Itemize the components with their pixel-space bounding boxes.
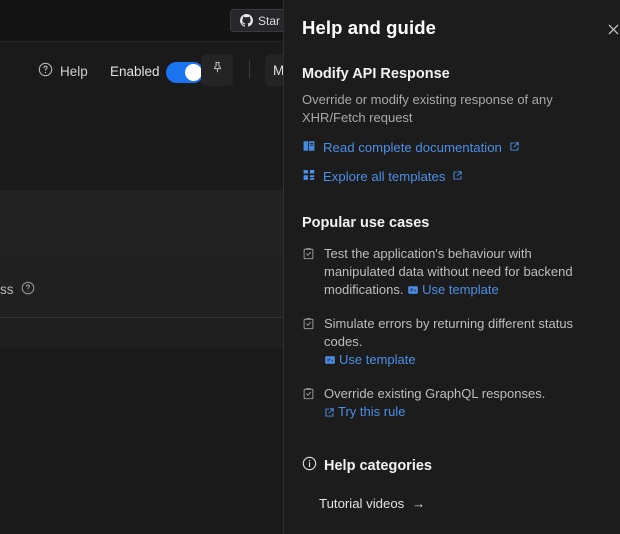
use-template-link[interactable]: Use template [407, 282, 499, 297]
toolbar-help-button[interactable]: Help [38, 62, 88, 80]
bg-partial-label: ss [0, 282, 14, 297]
use-template-label: Use template [422, 282, 499, 297]
pin-button[interactable] [201, 54, 233, 86]
github-icon [240, 14, 253, 27]
panel-header: Help and guide [284, 0, 620, 39]
try-this-rule-link[interactable]: Try this rule [324, 404, 405, 419]
use-case-item: Simulate errors by returning different s… [302, 315, 602, 371]
use-case-item: Override existing GraphQL responses. Try… [302, 385, 602, 423]
use-template-label: Use template [339, 352, 416, 367]
use-case-text-block: Override existing GraphQL responses. Try… [324, 385, 602, 423]
bg-partial-label-row: ss [0, 281, 35, 298]
explore-templates-label: Explore all templates [323, 169, 446, 184]
use-template-link[interactable]: Use template [324, 352, 416, 367]
info-circle-icon [302, 456, 317, 475]
category-item-tutorial-videos[interactable]: Tutorial videos → [319, 496, 602, 511]
help-categories-heading: Help categories [302, 456, 602, 475]
question-circle-icon [38, 62, 53, 80]
toolbar-divider [249, 60, 250, 79]
question-circle-icon [21, 281, 35, 298]
external-link-icon [509, 140, 520, 155]
read-documentation-label: Read complete documentation [323, 140, 502, 155]
use-case-text-block: Simulate errors by returning different s… [324, 315, 602, 371]
bg-section-lower [0, 318, 283, 348]
panel-body: Modify API Response Override or modify e… [284, 66, 620, 534]
toggle-knob [185, 64, 202, 81]
bg-section-middle [0, 258, 283, 318]
read-documentation-link[interactable]: Read complete documentation [302, 139, 602, 156]
bg-section-bottom [0, 348, 283, 534]
book-icon [302, 139, 316, 156]
github-star-label: Star [258, 13, 281, 28]
clipboard-check-icon [302, 385, 315, 423]
category-label: Tutorial videos [319, 496, 405, 511]
use-case-text: Simulate errors by returning different s… [324, 316, 574, 349]
arrow-right-icon: → [412, 496, 426, 511]
grid-icon [302, 168, 316, 185]
clipboard-check-icon [302, 245, 315, 301]
close-icon[interactable] [602, 18, 620, 40]
use-case-text: Override existing GraphQL responses. [324, 386, 546, 401]
github-star-button[interactable]: Star [230, 9, 291, 32]
explore-templates-link[interactable]: Explore all templates [302, 168, 602, 185]
external-link-icon [324, 405, 335, 423]
enabled-label: Enabled [110, 64, 160, 79]
enabled-toggle[interactable] [166, 62, 204, 83]
use-cases-heading: Popular use cases [302, 215, 430, 231]
feature-description: Override or modify existing response of … [302, 92, 553, 125]
template-icon [324, 353, 336, 371]
page-title: Help and guide [302, 17, 436, 38]
template-icon [407, 283, 419, 301]
clipboard-check-icon [302, 315, 315, 371]
feature-title: Modify API Response [302, 66, 450, 82]
help-categories-label: Help categories [324, 457, 432, 474]
pin-icon [211, 61, 224, 79]
external-link-icon [452, 169, 463, 184]
try-this-rule-label: Try this rule [338, 404, 406, 419]
use-case-text-block: Test the application's behaviour with ma… [324, 245, 602, 301]
help-and-guide-panel: Help and guide Modify API Response Overr… [283, 0, 620, 534]
use-case-item: Test the application's behaviour with ma… [302, 245, 602, 301]
toolbar-help-label: Help [60, 63, 88, 79]
